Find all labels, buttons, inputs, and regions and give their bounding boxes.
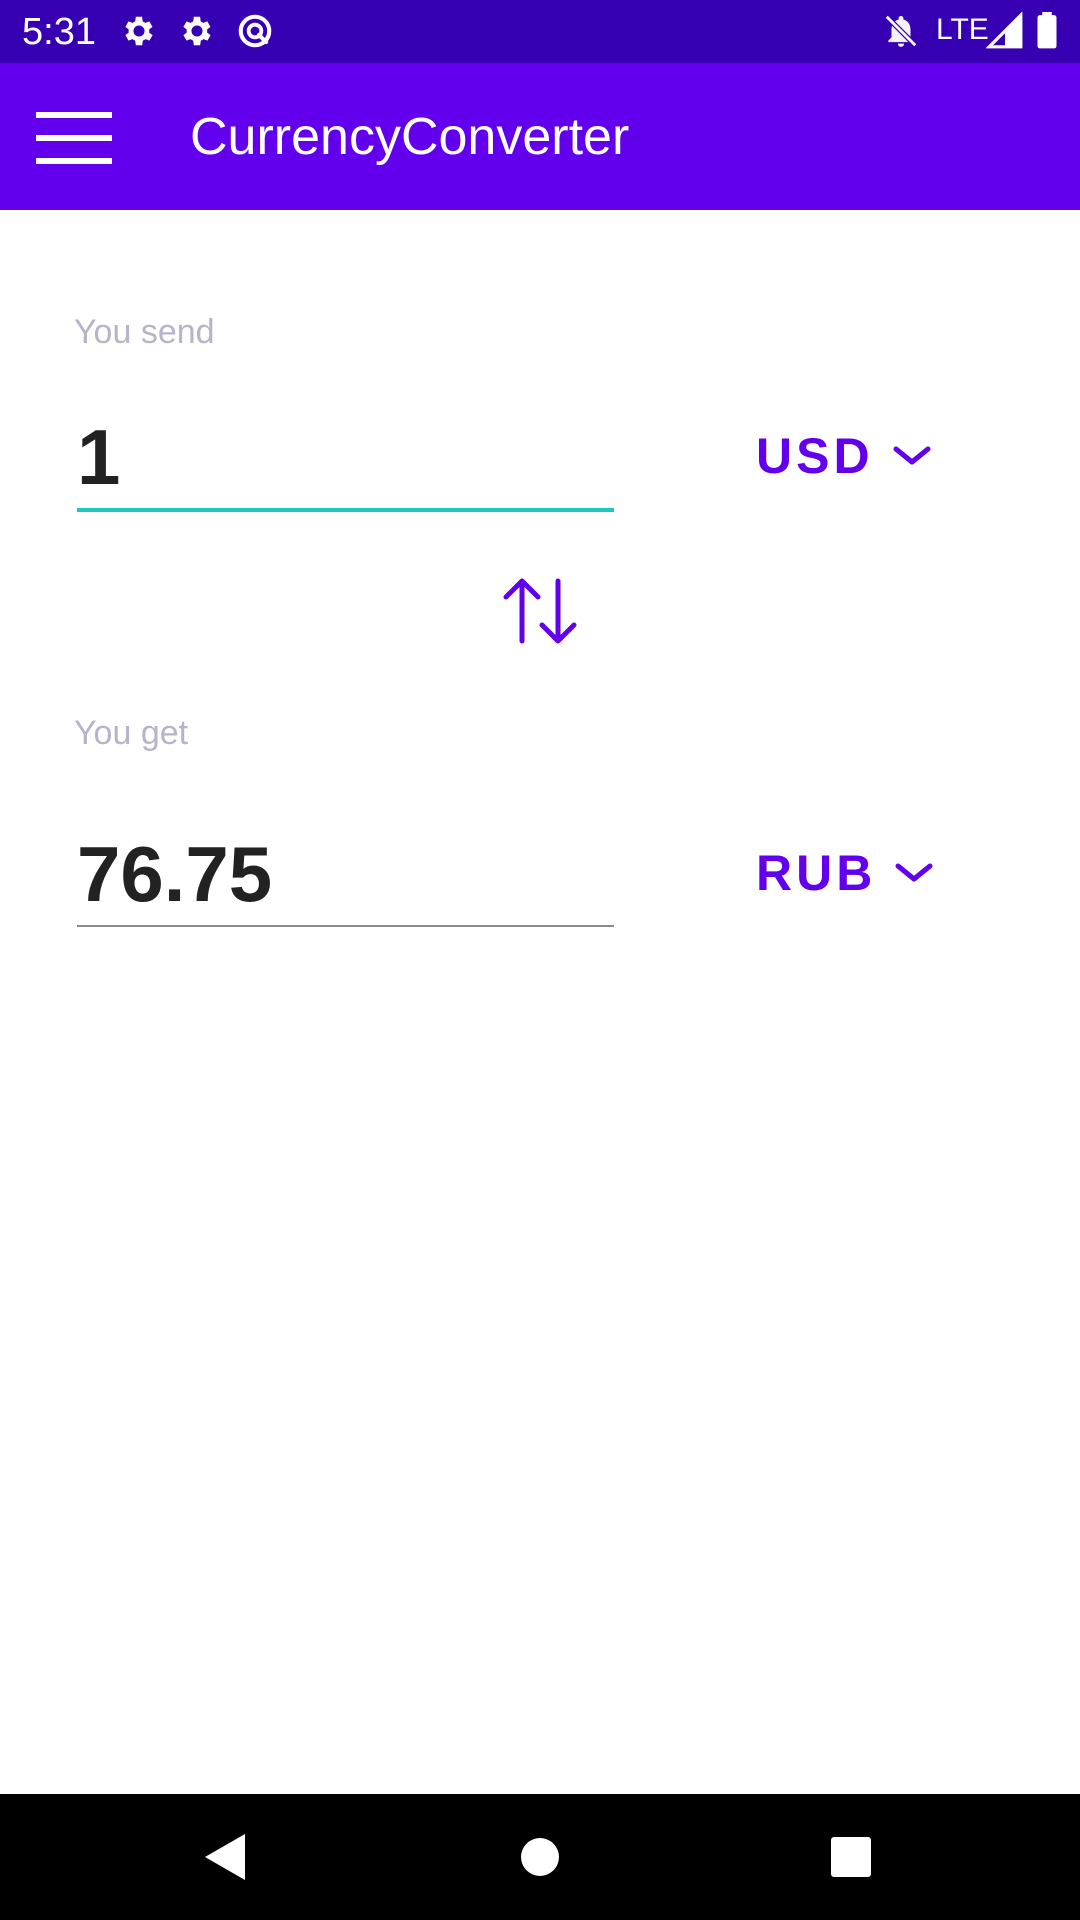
get-label: You get (74, 714, 189, 752)
notifications-off-icon (884, 14, 918, 48)
get-currency-select[interactable]: RUB (756, 838, 946, 908)
get-currency-code: RUB (756, 845, 877, 901)
settings-icon (125, 16, 153, 46)
status-bar: 5:31 LTE (0, 0, 1080, 63)
send-currency-code: USD (756, 428, 874, 484)
signal-icon (986, 12, 1023, 49)
back-icon (205, 1834, 245, 1880)
get-amount-input[interactable] (77, 829, 614, 919)
navigation-bar (0, 1794, 1080, 1920)
back-button[interactable] (190, 1822, 260, 1892)
swap-vertical-icon (503, 578, 577, 644)
app-bar: CurrencyConverter (0, 63, 1080, 210)
chevron-down-icon (893, 446, 931, 465)
send-amount-field[interactable] (77, 412, 614, 512)
settings-icon (183, 16, 211, 46)
send-amount-input[interactable] (77, 412, 614, 502)
chevron-down-icon (895, 863, 933, 882)
recents-button[interactable] (816, 1822, 886, 1892)
screen: 5:31 LTE CurrencyConverter You send 1 US… (0, 0, 1080, 1920)
recents-icon (831, 1837, 871, 1877)
home-icon (521, 1838, 559, 1876)
battery-icon (1037, 12, 1057, 49)
vpn-icon (238, 14, 272, 48)
status-time: 5:31 (22, 11, 96, 53)
app-title: CurrencyConverter (190, 108, 630, 166)
home-button[interactable] (505, 1822, 575, 1892)
get-amount-field[interactable] (77, 829, 614, 929)
send-currency-select[interactable]: USD (756, 421, 946, 491)
swap-button[interactable] (498, 575, 582, 647)
get-amount-underline (77, 925, 614, 927)
send-label: You send (74, 313, 215, 351)
send-amount-underline (77, 508, 614, 512)
menu-icon (36, 112, 112, 164)
menu-button[interactable] (24, 93, 124, 183)
network-type: LTE (936, 13, 989, 46)
